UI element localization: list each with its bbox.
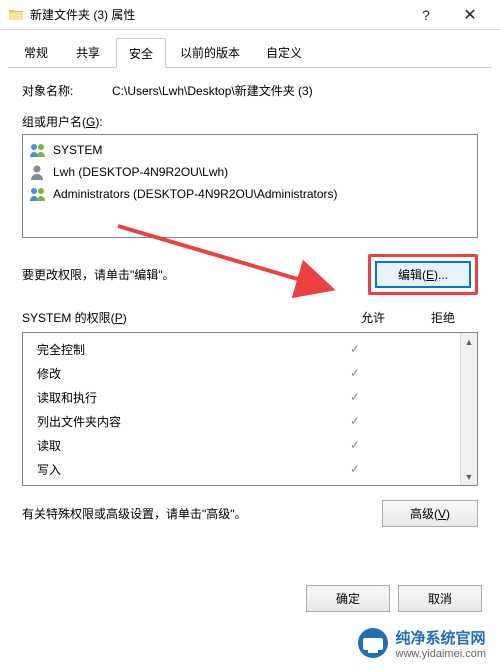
allow-header: 允许 <box>338 309 408 326</box>
advanced-text: 有关特殊权限或高级设置，请单击"高级"。 <box>22 505 382 522</box>
permission-label: 修改 <box>23 365 320 382</box>
permission-label: 完全控制 <box>23 341 320 358</box>
title-bar: 新建文件夹 (3) 属性 ? ✕ <box>0 0 500 30</box>
advanced-row: 有关特殊权限或高级设置，请单击"高级"。 高级(V) <box>22 500 478 527</box>
list-item[interactable]: Administrators (DESKTOP-4N9R2OU\Administ… <box>27 183 473 205</box>
object-row: 对象名称: C:\Users\Lwh\Desktop\新建文件夹 (3) <box>22 82 478 99</box>
permission-row: 读取和执行✓ <box>23 385 460 409</box>
tab-security[interactable]: 安全 <box>116 38 166 68</box>
folder-icon <box>8 7 24 23</box>
deny-header: 拒绝 <box>408 309 478 326</box>
tab-previous[interactable]: 以前的版本 <box>168 38 252 68</box>
advanced-button[interactable]: 高级(V) <box>382 500 478 527</box>
list-item-label: Lwh (DESKTOP-4N9R2OU\Lwh) <box>53 165 228 179</box>
permission-row: 列出文件夹内容✓ <box>23 409 460 433</box>
tab-general[interactable]: 常规 <box>12 38 60 68</box>
groups-listbox[interactable]: SYSTEM Lwh (DESKTOP-4N9R2OU\Lwh) Adminis… <box>22 134 478 238</box>
permission-row: 写入✓ <box>23 457 460 481</box>
tab-sharing[interactable]: 共享 <box>64 38 112 68</box>
allow-cell: ✓ <box>320 414 390 428</box>
allow-cell: ✓ <box>320 438 390 452</box>
list-item[interactable]: Lwh (DESKTOP-4N9R2OU\Lwh) <box>27 161 473 183</box>
help-button[interactable]: ? <box>404 7 448 23</box>
permission-label: 写入 <box>23 461 320 478</box>
list-item-label: Administrators (DESKTOP-4N9R2OU\Administ… <box>53 187 338 201</box>
cancel-button[interactable]: 取消 <box>398 585 482 612</box>
permissions-header-label: SYSTEM 的权限(P) <box>22 309 338 326</box>
users-icon <box>29 142 47 158</box>
permission-label: 列出文件夹内容 <box>23 413 320 430</box>
permission-row: 读取✓ <box>23 433 460 457</box>
list-item-label: SYSTEM <box>53 143 102 157</box>
scroll-up-icon[interactable]: ▲ <box>461 333 477 350</box>
edit-highlight: 编辑(E)... <box>368 254 478 295</box>
permission-row: 完全控制✓ <box>23 337 460 361</box>
tab-custom[interactable]: 自定义 <box>254 38 314 68</box>
scroll-down-icon[interactable]: ▼ <box>461 468 477 485</box>
window-title: 新建文件夹 (3) 属性 <box>30 6 404 23</box>
object-label: 对象名称: <box>22 82 112 99</box>
user-icon <box>29 164 47 180</box>
permissions-header: SYSTEM 的权限(P) 允许 拒绝 <box>22 309 478 326</box>
edit-row: 要更改权限，请单击"编辑"。 编辑(E)... <box>22 254 478 295</box>
allow-cell: ✓ <box>320 366 390 380</box>
edit-button[interactable]: 编辑(E)... <box>375 261 471 288</box>
list-item[interactable]: SYSTEM <box>27 139 473 161</box>
permission-label: 读取 <box>23 437 320 454</box>
tab-strip: 常规 共享 安全 以前的版本 自定义 <box>8 38 492 68</box>
users-icon <box>29 186 47 202</box>
security-panel: 对象名称: C:\Users\Lwh\Desktop\新建文件夹 (3) 组或用… <box>0 68 500 541</box>
allow-cell: ✓ <box>320 462 390 476</box>
watermark: 纯净系统官网 www.yidaimei.com <box>356 626 486 660</box>
watermark-name: 纯净系统官网 <box>396 627 486 648</box>
permission-label: 读取和执行 <box>23 389 320 406</box>
edit-text: 要更改权限，请单击"编辑"。 <box>22 266 368 283</box>
scrollbar[interactable]: ▲ ▼ <box>460 333 477 485</box>
watermark-logo-icon <box>356 626 390 660</box>
object-path: C:\Users\Lwh\Desktop\新建文件夹 (3) <box>112 82 478 99</box>
close-button[interactable]: ✕ <box>448 5 492 25</box>
groups-label: 组或用户名(G): <box>22 113 478 130</box>
allow-cell: ✓ <box>320 342 390 356</box>
dialog-buttons: 确定 取消 <box>306 585 482 612</box>
permission-row: 修改✓ <box>23 361 460 385</box>
permissions-table: 完全控制✓修改✓读取和执行✓列出文件夹内容✓读取✓写入✓ ▲ ▼ <box>22 332 478 486</box>
ok-button[interactable]: 确定 <box>306 585 390 612</box>
watermark-url: www.yidaimei.com <box>396 648 486 660</box>
allow-cell: ✓ <box>320 390 390 404</box>
